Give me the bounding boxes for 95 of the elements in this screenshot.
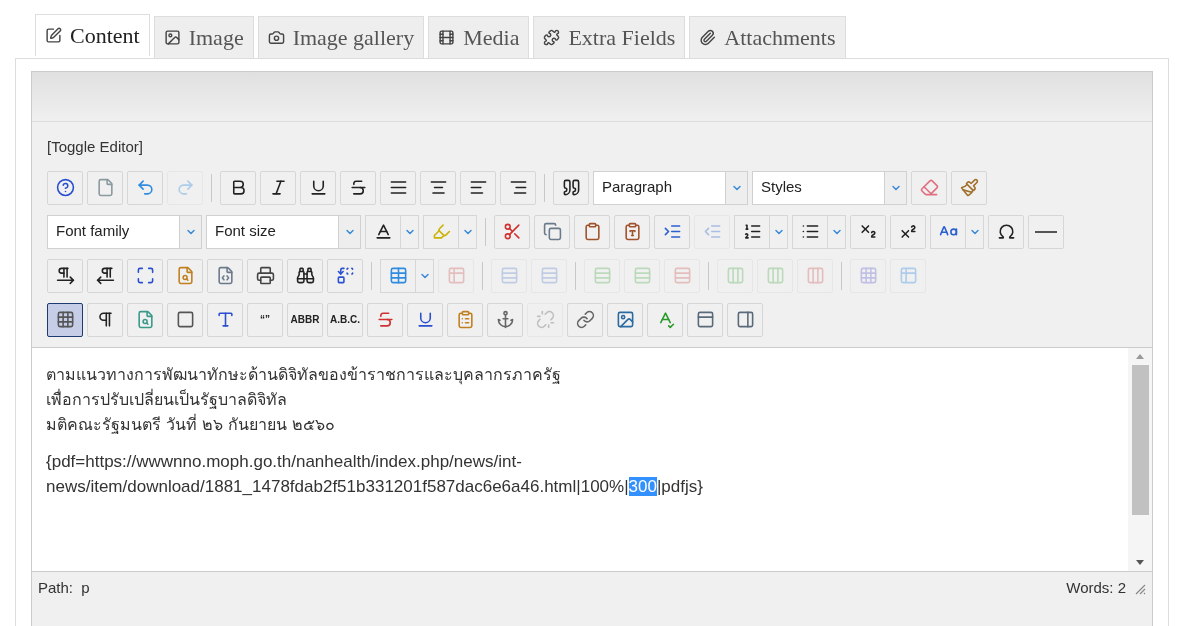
- toolbar-button[interactable]: “”: [247, 302, 283, 337]
- align-center-icon: [428, 178, 448, 197]
- toolbar-button[interactable]: ABBR: [287, 302, 323, 337]
- strikethrough-icon: [375, 310, 395, 329]
- dropdown-select[interactable]: Font family: [47, 214, 202, 249]
- toggle-editor-link[interactable]: [Toggle Editor]: [32, 136, 1152, 159]
- dropdown-select[interactable]: Styles: [752, 170, 907, 205]
- clipboard-list-icon: [455, 310, 475, 329]
- underline-icon: [308, 178, 328, 197]
- table-column-icon: [805, 266, 825, 285]
- panel-right-icon: [735, 310, 755, 329]
- superscript-icon: [898, 222, 918, 241]
- anchor-icon: [495, 310, 515, 329]
- split-button[interactable]: [734, 214, 788, 249]
- film-icon: [438, 29, 456, 46]
- tab[interactable]: Content: [35, 14, 150, 56]
- tab[interactable]: Attachments: [689, 16, 846, 58]
- table-row-icon: [499, 266, 519, 285]
- underline-icon: [415, 310, 435, 329]
- scrollbar[interactable]: [1128, 347, 1152, 571]
- table-grid-icon: [858, 266, 878, 285]
- split-button[interactable]: [365, 214, 419, 249]
- page-break-icon: [175, 310, 195, 329]
- replace-icon: [335, 266, 355, 285]
- document-icon: [95, 178, 115, 197]
- panel-top-icon: [695, 310, 715, 329]
- table-column-icon: [765, 266, 785, 285]
- pilcrow-left-icon: [95, 266, 115, 285]
- grid-icon: [55, 310, 75, 329]
- document-search-icon: [175, 266, 195, 285]
- split-button[interactable]: [792, 214, 846, 249]
- align-right-icon: [508, 178, 528, 197]
- horizontal-line-icon: [1035, 230, 1057, 233]
- table-row-icon: [592, 266, 612, 285]
- tab[interactable]: Image gallery: [257, 16, 425, 58]
- bullet-list-icon: [800, 222, 820, 241]
- text-line: ตามแนวทางการพัฒนาทักษะด้านดิจิทัลของข้าราชการและบุคลากรภาครัฐ: [46, 363, 562, 387]
- dropdown-select[interactable]: Paragraph: [593, 170, 748, 205]
- omega-icon: [996, 222, 1016, 241]
- image-icon: [163, 29, 181, 46]
- quote-icon: [561, 178, 581, 197]
- copy-icon: [542, 222, 562, 241]
- undo-icon: [135, 178, 155, 197]
- align-left-icon: [468, 178, 488, 197]
- table-row-icon: [632, 266, 652, 285]
- text-line: มติคณะรัฐมนตรี วันที่ ๒๖ กันยายน ๒๕๖๐: [46, 413, 337, 436]
- link-icon: [575, 310, 595, 329]
- text-color-icon: [373, 222, 393, 241]
- path-label: Path: p: [38, 578, 90, 599]
- toolbar-button[interactable]: A.B.C.: [327, 302, 363, 337]
- word-count: Words: 2: [1066, 578, 1126, 599]
- binoculars-icon: [295, 266, 315, 285]
- table-delete-icon: [446, 266, 466, 285]
- scroll-up-icon[interactable]: [1136, 353, 1144, 359]
- table-row-icon: [672, 266, 692, 285]
- table-row-icon: [539, 266, 559, 285]
- redo-icon: [175, 178, 195, 197]
- table-icon: [388, 266, 408, 285]
- image-icon: [615, 310, 635, 329]
- outdent-icon: [702, 222, 722, 241]
- pilcrow-right-icon: [55, 266, 75, 285]
- scissors-icon: [502, 222, 522, 241]
- clipboard-icon: [582, 222, 602, 241]
- strikethrough-icon: [348, 178, 368, 197]
- scroll-down-icon[interactable]: [1136, 559, 1144, 565]
- tab[interactable]: Image: [153, 16, 254, 58]
- subscript-icon: [858, 222, 878, 241]
- help-icon: [55, 178, 75, 197]
- numbered-list-icon: [742, 222, 762, 241]
- eraser-icon: [919, 178, 939, 197]
- table-icon: [898, 266, 918, 285]
- indent-icon: [662, 222, 682, 241]
- highlighter-icon: [431, 222, 451, 241]
- toolbar-button[interactable]: [47, 302, 83, 337]
- dropdown-select[interactable]: Font size: [206, 214, 361, 249]
- document-code-icon: [215, 266, 235, 285]
- unlink-icon: [535, 310, 555, 329]
- pen-square-icon: [45, 27, 62, 44]
- fullscreen-icon: [135, 266, 155, 285]
- split-button[interactable]: [930, 214, 984, 249]
- brush-icon: [959, 178, 979, 197]
- align-justify-icon: [388, 178, 408, 197]
- letters-icon: [215, 310, 235, 329]
- camera-icon: [267, 29, 285, 46]
- clipboard-text-icon: [622, 222, 642, 241]
- tab[interactable]: Media: [428, 16, 530, 58]
- puzzle-icon: [543, 29, 561, 46]
- paperclip-icon: [699, 29, 717, 46]
- document-search-icon: [135, 310, 155, 329]
- table-column-icon: [725, 266, 745, 285]
- printer-icon: [255, 266, 275, 285]
- tab[interactable]: Extra Fields: [533, 16, 686, 58]
- text-line: เพื่อการปรับเปลี่ยนเป็นรัฐบาลดิจิทัล: [46, 388, 288, 411]
- resize-grip-icon[interactable]: [1134, 582, 1146, 595]
- text-line: {pdf=https://wwwnno.moph.go.th/nanhealth/index.php/news/int-: [46, 450, 523, 473]
